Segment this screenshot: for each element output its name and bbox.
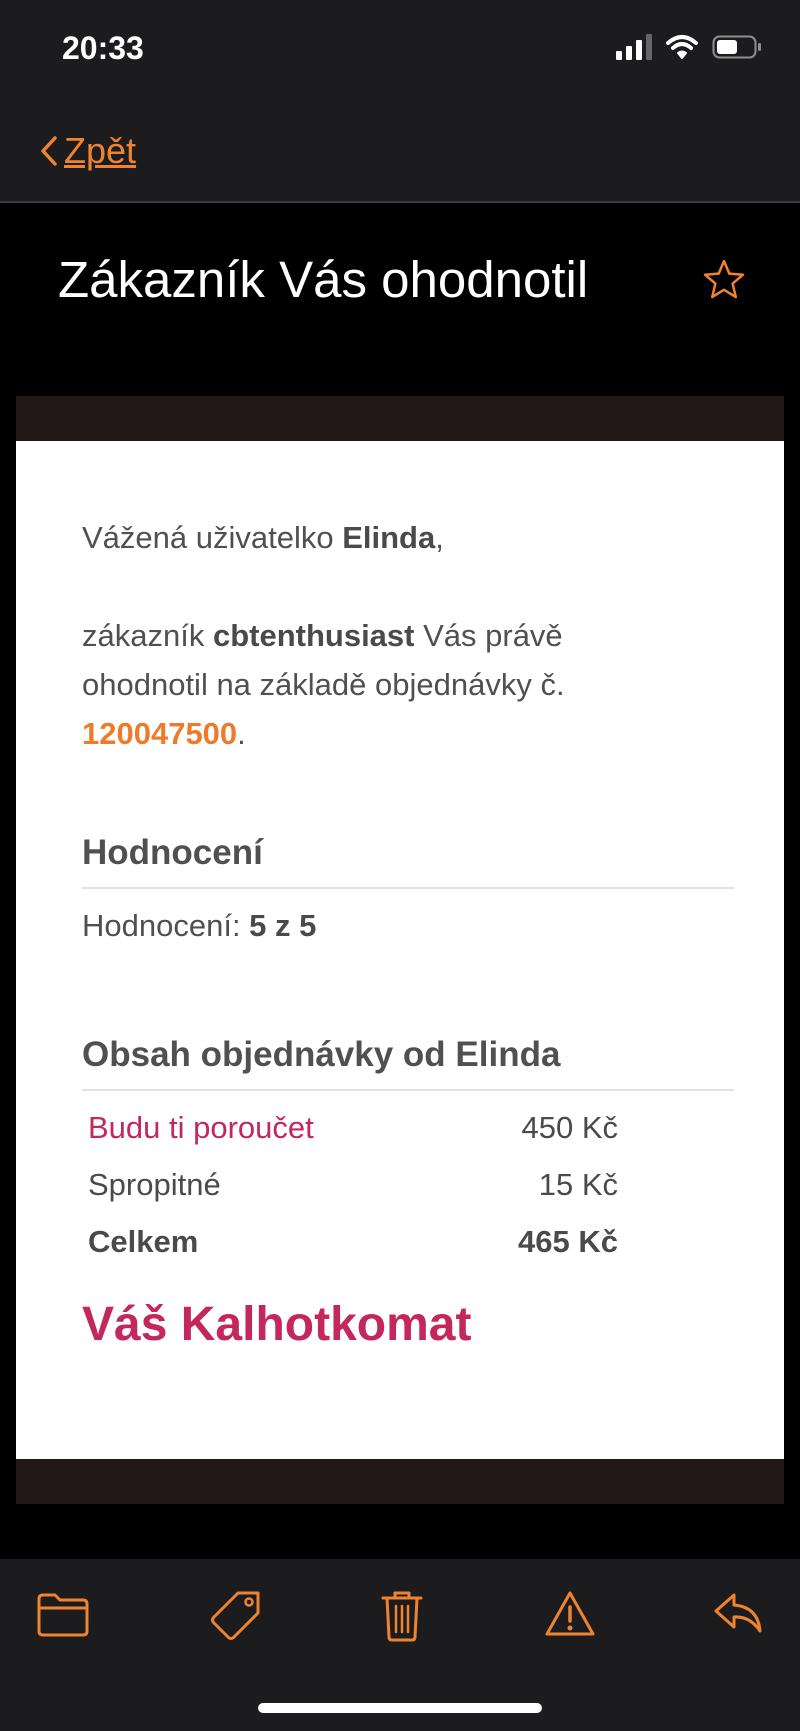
cellular-signal-icon	[616, 34, 652, 60]
trash-icon[interactable]	[380, 1589, 424, 1643]
rating-heading: Hodnocení	[82, 833, 263, 872]
navigation-bar: Zpět	[0, 100, 800, 203]
table-row: Celkem 465 Kč	[82, 1213, 618, 1270]
table-row: Budu ti poroučet 450 Kč	[82, 1099, 618, 1156]
reply-icon[interactable]	[712, 1589, 764, 1637]
item-name-link[interactable]: Budu ti poroučet	[82, 1099, 388, 1156]
tip-label: Spropitné	[88, 1167, 221, 1202]
divider	[82, 1089, 734, 1091]
battery-icon	[712, 35, 761, 59]
status-time: 20:33	[62, 30, 144, 66]
email-content: Vážená uživatelko Elinda, zákazník cbten…	[82, 513, 734, 1349]
intro-paragraph: zákazník cbtenthusiast Vás právě ohodnot…	[82, 618, 565, 751]
tag-icon[interactable]	[208, 1589, 264, 1643]
folder-icon[interactable]	[36, 1589, 90, 1639]
order-section: Obsah objednávky od Elinda Budu ti porou…	[82, 1030, 734, 1270]
signature: Váš Kalhotkomat	[82, 1298, 472, 1351]
status-icons	[616, 34, 762, 60]
user-name: Elinda	[342, 520, 436, 555]
total-price: 465 Kč	[518, 1224, 618, 1259]
rating-section: Hodnocení Hodnocení: 5 z 5	[82, 828, 734, 950]
item-price: 450 Kč	[521, 1110, 618, 1145]
total-label: Celkem	[88, 1224, 199, 1259]
customer-name: cbtenthusiast	[212, 618, 415, 653]
warning-icon[interactable]	[544, 1589, 596, 1639]
home-indicator[interactable]	[258, 1703, 542, 1713]
back-button[interactable]: Zpět	[40, 130, 136, 172]
order-number-link[interactable]: 120047500	[82, 716, 237, 751]
email-subject: Zákazník Vás ohodnotil	[58, 251, 589, 308]
chevron-left-icon	[41, 136, 57, 166]
greeting: Vážená uživatelko Elinda,	[82, 520, 444, 555]
status-bar: 20:33	[0, 0, 800, 100]
rating-line: Hodnocení: 5 z 5	[82, 908, 317, 943]
divider	[82, 887, 734, 889]
tip-price: 15 Kč	[538, 1167, 618, 1202]
order-heading: Obsah objednávky od Elinda	[82, 1035, 561, 1074]
email-body: Vážená uživatelko Elinda, zákazník cbten…	[16, 441, 784, 1459]
rating-value: 5 z 5	[249, 908, 317, 943]
back-label: Zpět	[64, 130, 137, 171]
table-row: Spropitné 15 Kč	[82, 1156, 618, 1213]
wifi-icon	[666, 35, 698, 59]
order-table: Budu ti poroučet 450 Kč Spropitné 15 Kč …	[82, 1099, 618, 1270]
star-icon[interactable]	[702, 258, 746, 300]
